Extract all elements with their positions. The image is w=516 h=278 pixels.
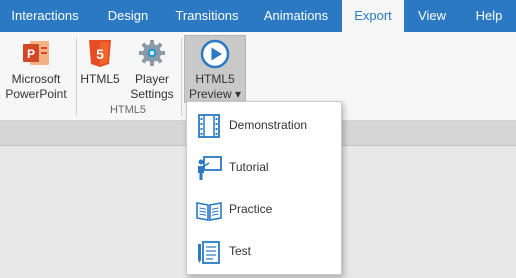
microsoft-powerpoint-label: Microsoft PowerPoint — [5, 72, 67, 101]
tab-help[interactable]: Help — [466, 0, 512, 32]
tab-design[interactable]: Design — [96, 0, 160, 32]
menu-item-demonstration[interactable]: Demonstration — [187, 106, 341, 146]
tab-view[interactable]: View — [410, 0, 454, 32]
menu-item-label: Tutorial — [229, 160, 269, 174]
play-icon — [199, 38, 231, 70]
gear-icon — [137, 38, 167, 68]
book-icon — [195, 196, 223, 224]
ribbon-separator — [181, 38, 182, 116]
svg-text:P: P — [27, 47, 35, 61]
menu-item-label: Test — [229, 244, 252, 258]
test-icon — [195, 238, 223, 266]
menu-item-label: Demonstration — [229, 118, 308, 132]
menu-item-practice[interactable]: Practice — [187, 190, 341, 230]
powerpoint-icon: P — [21, 38, 51, 68]
menu-item-test[interactable]: Test — [187, 232, 341, 272]
menu-item-tutorial[interactable]: Tutorial — [187, 148, 341, 188]
html5-group-label: HTML5 — [109, 104, 147, 116]
html5-preview-button[interactable]: HTML5 Preview ▾ — [184, 35, 246, 103]
tab-export[interactable]: Export — [342, 0, 404, 32]
html5-icon: 5 — [85, 38, 115, 68]
ribbon-tab-bar: Interactions Design Transitions Animatio… — [0, 0, 516, 32]
menu-item-label: Practice — [229, 202, 273, 216]
film-icon — [195, 112, 223, 140]
html5-preview-menu: Demonstration Tutorial Practice Test — [186, 101, 342, 275]
svg-text:5: 5 — [96, 46, 104, 62]
html5-label: HTML5 — [80, 72, 120, 86]
html5-preview-label: HTML5 Preview ▾ — [188, 72, 242, 101]
html5-button[interactable]: 5 HTML5 — [80, 36, 120, 114]
tab-animations[interactable]: Animations — [256, 0, 336, 32]
presenter-icon — [195, 154, 223, 182]
player-settings-button[interactable]: Player Settings — [126, 36, 178, 114]
tab-interactions[interactable]: Interactions — [0, 0, 90, 32]
ribbon-separator — [76, 38, 77, 116]
player-settings-label: Player Settings — [130, 72, 174, 101]
microsoft-powerpoint-button[interactable]: P Microsoft PowerPoint — [2, 36, 70, 114]
tab-transitions[interactable]: Transitions — [168, 0, 246, 32]
